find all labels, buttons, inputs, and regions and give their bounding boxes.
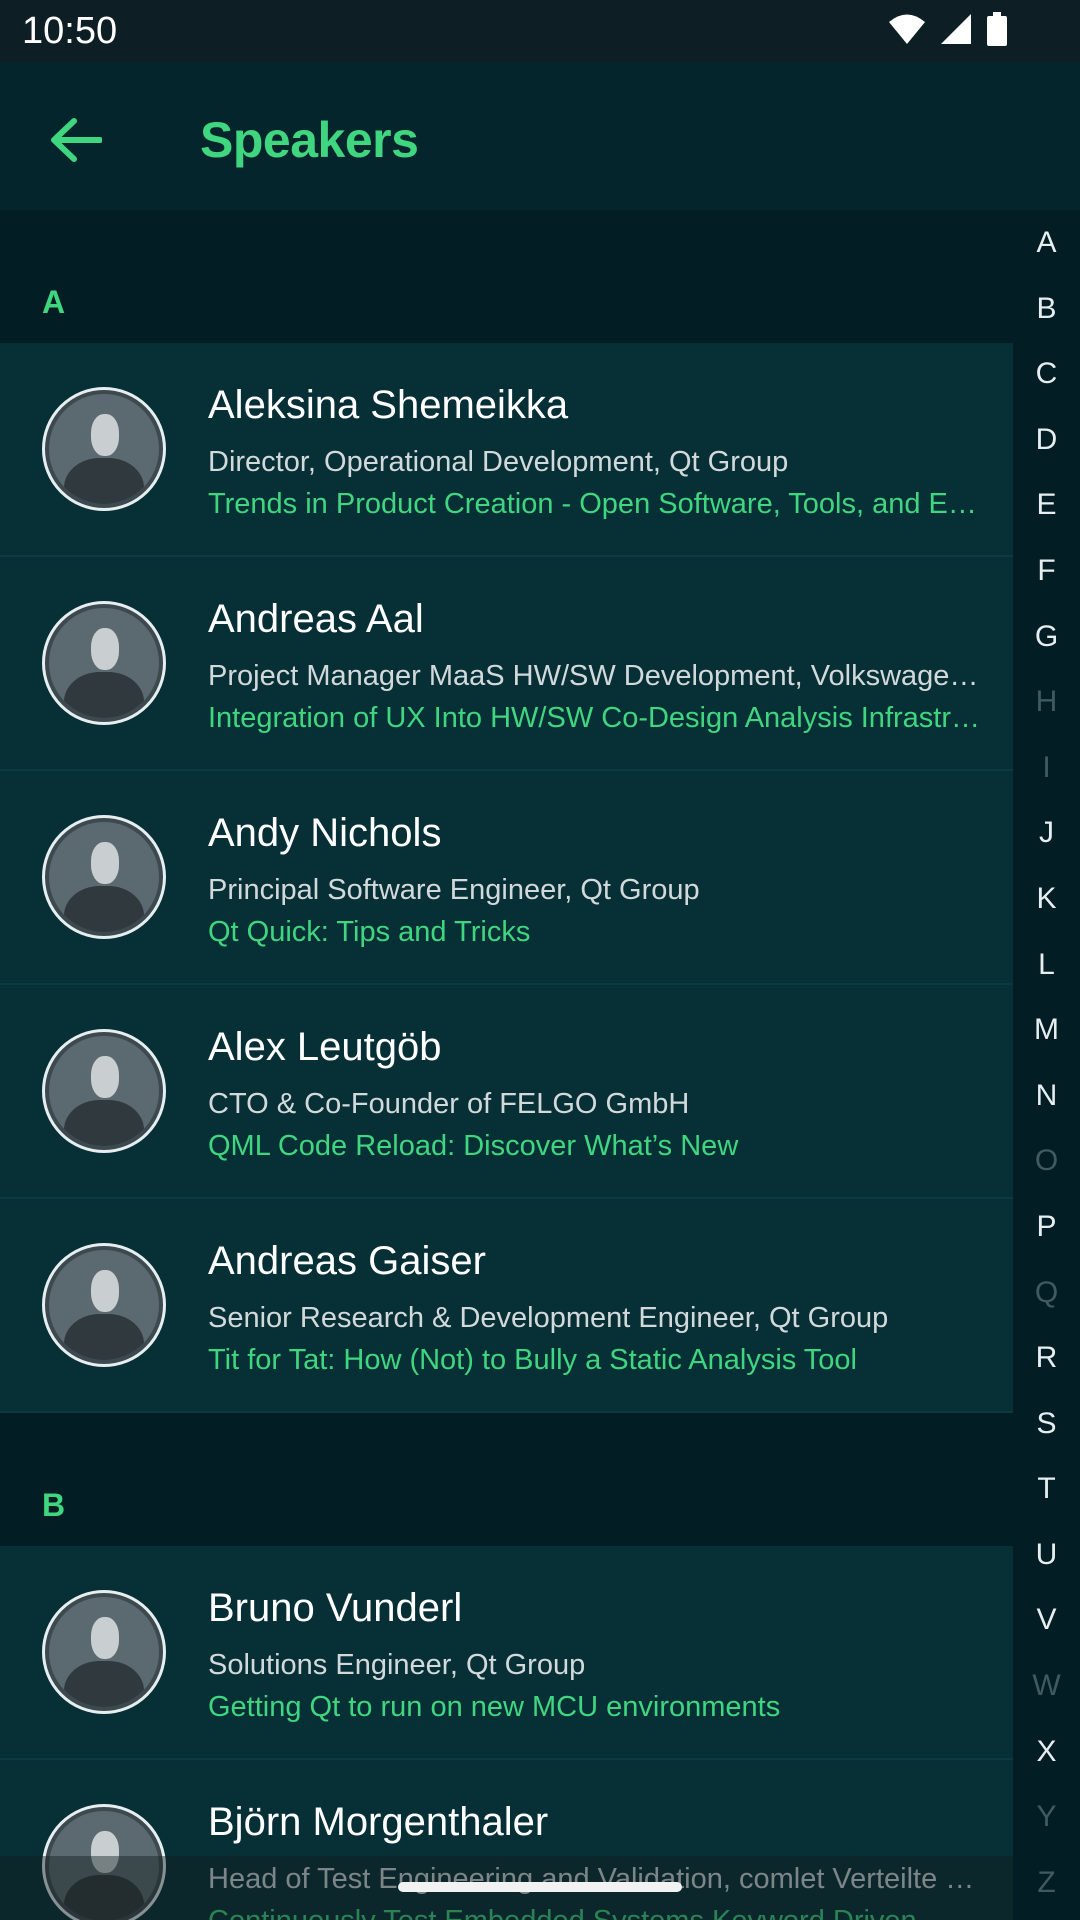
wifi-icon: [888, 13, 926, 50]
index-letter-q: Q: [1034, 1275, 1059, 1309]
speaker-talk-title: Tit for Tat: How (Not) to Bully a Static…: [208, 1344, 857, 1376]
avatar-head-shape: [90, 1616, 120, 1659]
status-time: 10:50: [22, 10, 118, 52]
avatar-photo: [49, 1597, 159, 1707]
speaker-role: Senior Research & Development Engineer, …: [208, 1302, 889, 1334]
speaker-name: Andy Nichols: [208, 811, 442, 855]
speaker-avatar: [42, 815, 166, 939]
index-letter-w: W: [1032, 1669, 1061, 1703]
speaker-list[interactable]: A Aleksina Shemeikka Director, Operational…: [0, 210, 1013, 1920]
index-letter-h: H: [1035, 685, 1058, 719]
avatar-body-shape: [64, 457, 144, 504]
index-letter-b[interactable]: B: [1013, 276, 1080, 342]
avatar-body-shape: [64, 885, 144, 932]
signal-icon: [940, 13, 972, 50]
speaker-row[interactable]: Bruno Vunderl Solutions Engineer, Qt Grou…: [0, 1546, 1013, 1760]
speaker-avatar: [42, 1029, 166, 1153]
index-letter-v[interactable]: V: [1013, 1587, 1080, 1653]
index-letter-s[interactable]: S: [1013, 1391, 1080, 1457]
index-letter-m[interactable]: M: [1013, 997, 1080, 1063]
speaker-talk-title: Qt Quick: Tips and Tricks: [208, 916, 531, 948]
speaker-role: Director, Operational Development, Qt Gr…: [208, 446, 789, 478]
index-letter-k[interactable]: K: [1013, 866, 1080, 932]
speaker-role: Solutions Engineer, Qt Group: [208, 1649, 586, 1681]
index-letter-f[interactable]: F: [1013, 538, 1080, 604]
section-letter: A: [42, 284, 66, 320]
page-title: Speakers: [200, 112, 419, 168]
avatar-photo: [49, 1250, 159, 1360]
app-bar: Speakers: [0, 62, 1080, 210]
speaker-name: Aleksina Shemeikka: [208, 383, 569, 427]
speaker-role: Project Manager MaaS HW/SW Development, …: [208, 660, 983, 692]
avatar-photo: [49, 394, 159, 504]
section-header: A: [0, 210, 1013, 343]
index-letter-n[interactable]: N: [1013, 1063, 1080, 1129]
index-letter-d[interactable]: D: [1013, 407, 1080, 473]
speaker-row[interactable]: Andreas Aal Project Manager MaaS HW/SW De…: [0, 557, 1013, 771]
back-button[interactable]: [40, 106, 112, 178]
battery-icon: [986, 11, 1008, 51]
avatar-head-shape: [90, 1055, 120, 1098]
speaker-avatar: [42, 387, 166, 511]
index-letter-z: Z: [1037, 1865, 1056, 1899]
index-letter-t[interactable]: T: [1013, 1456, 1080, 1522]
avatar-photo: [49, 1036, 159, 1146]
index-letter-g[interactable]: G: [1013, 604, 1080, 670]
speaker-talk-title: Integration of UX Into HW/SW Co-Design A…: [208, 702, 983, 734]
section-header: B: [0, 1413, 1013, 1546]
avatar-head-shape: [90, 1269, 120, 1312]
speaker-name: Andreas Gaiser: [208, 1239, 486, 1283]
speaker-role: Principal Software Engineer, Qt Group: [208, 874, 700, 906]
speaker-name: Björn Morgenthaler: [208, 1800, 549, 1844]
avatar-body-shape: [64, 671, 144, 718]
status-bar: 10:50: [0, 0, 1080, 62]
speaker-name: Bruno Vunderl: [208, 1586, 463, 1630]
index-letter-c[interactable]: C: [1013, 341, 1080, 407]
avatar-body-shape: [64, 1313, 144, 1360]
index-letter-r[interactable]: R: [1013, 1325, 1080, 1391]
index-letter-p[interactable]: P: [1013, 1194, 1080, 1260]
avatar-head-shape: [90, 841, 120, 884]
speaker-avatar: [42, 1590, 166, 1714]
index-letter-a[interactable]: A: [1013, 210, 1080, 276]
speaker-name: Andreas Aal: [208, 597, 424, 641]
index-letter-o: O: [1034, 1144, 1059, 1178]
avatar-photo: [49, 608, 159, 718]
speaker-talk-title: QML Code Reload: Discover What’s New: [208, 1130, 739, 1162]
speaker-row[interactable]: Andreas Gaiser Senior Research & Developm…: [0, 1199, 1013, 1413]
speaker-name: Alex Leutgöb: [208, 1025, 442, 1069]
index-letter-x[interactable]: X: [1013, 1719, 1080, 1785]
index-letter-l[interactable]: L: [1013, 932, 1080, 998]
avatar-head-shape: [90, 627, 120, 670]
section-letter: B: [42, 1487, 66, 1523]
speaker-row[interactable]: Aleksina Shemeikka Director, Operational …: [0, 343, 1013, 557]
index-letter-y: Y: [1036, 1800, 1057, 1834]
speaker-role: CTO & Co-Founder of FELGO GmbH: [208, 1088, 690, 1120]
speaker-avatar: [42, 1243, 166, 1367]
status-icons: [888, 11, 1008, 51]
avatar-body-shape: [64, 1660, 144, 1707]
arrow-left-icon: [50, 117, 103, 168]
index-letter-i: I: [1042, 750, 1051, 784]
avatar-head-shape: [90, 413, 120, 456]
speaker-talk-title: Trends in Product Creation - Open Softwa…: [208, 488, 983, 520]
gesture-nav-handle[interactable]: [398, 1882, 682, 1892]
speaker-talk-title: Getting Qt to run on new MCU environment…: [208, 1691, 781, 1723]
index-letter-u[interactable]: U: [1013, 1522, 1080, 1588]
speaker-row[interactable]: Andy Nichols Principal Software Engineer,…: [0, 771, 1013, 985]
avatar-photo: [49, 822, 159, 932]
alphabet-index-bar[interactable]: ABCDEFGHIJKLMNOPQRSTUVWXYZ: [1013, 210, 1080, 1920]
speaker-avatar: [42, 601, 166, 725]
avatar-body-shape: [64, 1099, 144, 1146]
index-letter-e[interactable]: E: [1013, 472, 1080, 538]
speaker-row[interactable]: Alex Leutgöb CTO & Co-Founder of FELGO Gm…: [0, 985, 1013, 1199]
index-letter-j[interactable]: J: [1013, 800, 1080, 866]
